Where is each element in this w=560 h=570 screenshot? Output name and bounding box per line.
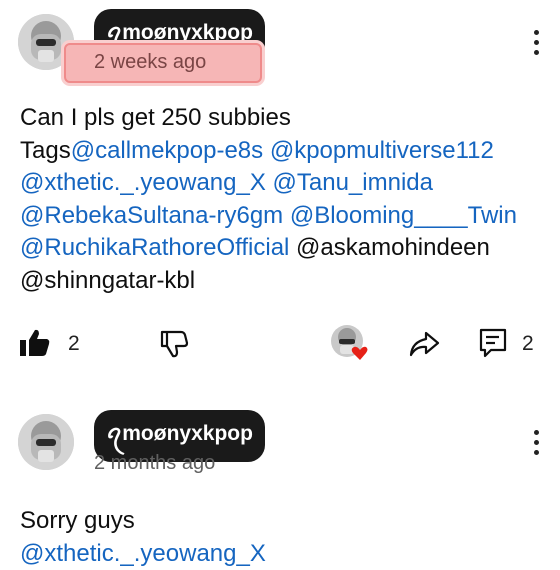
comment-line: @xthetic._.yeowang_X @Tanu_imnida bbox=[20, 167, 517, 200]
author-avatar[interactable] bbox=[18, 414, 74, 470]
mention-link[interactable]: @RebekaSultana-ry6gm bbox=[20, 202, 283, 229]
reply-count: 2 bbox=[522, 332, 534, 356]
comment-body: Can I pls get 250 subbies Tags@callmekpop… bbox=[20, 102, 517, 297]
more-vert-icon[interactable] bbox=[532, 30, 540, 55]
comment-line: Sorry guys bbox=[20, 505, 266, 538]
timestamp-text: 2 weeks ago bbox=[94, 51, 206, 74]
comment-text bbox=[283, 202, 290, 229]
comment-text: @askamohindeen bbox=[289, 234, 489, 261]
mention-link[interactable]: @RuchikaRathoreOfficial bbox=[20, 234, 289, 261]
mention-link[interactable]: @callmekpop-e8s bbox=[71, 137, 263, 164]
mention-link[interactable]: @Blooming____Twin bbox=[290, 202, 517, 229]
comment-text: @shinngatar-kbl bbox=[20, 267, 195, 294]
thumbs-down-icon[interactable] bbox=[157, 329, 191, 359]
timestamp: 2 months ago bbox=[94, 452, 215, 475]
timestamp: 2 weeks ago bbox=[64, 43, 262, 83]
mention-link[interactable]: @kpopmultiverse112 bbox=[270, 137, 494, 164]
more-vert-icon[interactable] bbox=[532, 430, 540, 455]
comment-text bbox=[263, 137, 270, 164]
comment-line: @RuchikaRathoreOfficial @askamohindeen bbox=[20, 232, 517, 265]
comment-line: Tags@callmekpop-e8s @kpopmultiverse112 bbox=[20, 135, 517, 168]
like-count: 2 bbox=[68, 332, 80, 356]
comment-text bbox=[266, 169, 273, 196]
comment-text: Can I pls get 250 subbies bbox=[20, 104, 291, 131]
reply-icon[interactable] bbox=[479, 328, 507, 358]
mention-link[interactable]: @Tanu_imnida bbox=[273, 169, 433, 196]
comment-text: Tags bbox=[20, 137, 71, 164]
share-icon[interactable] bbox=[408, 330, 440, 358]
mention-link[interactable]: @xthetic._.yeowang_X bbox=[20, 540, 266, 567]
comment-line: Can I pls get 250 subbies bbox=[20, 102, 517, 135]
comment-line: @shinngatar-kbl bbox=[20, 265, 517, 298]
creator-heart-badge bbox=[330, 324, 368, 362]
comment-line: @RebekaSultana-ry6gm @Blooming____Twin bbox=[20, 200, 517, 233]
mention-link[interactable]: @xthetic._.yeowang_X bbox=[20, 169, 266, 196]
comment-body: Sorry guys @xthetic._.yeowang_X bbox=[20, 505, 266, 570]
thumbs-up-filled-icon[interactable] bbox=[18, 328, 52, 358]
comment-line: @xthetic._.yeowang_X bbox=[20, 538, 266, 570]
comment-text: Sorry guys bbox=[20, 507, 135, 534]
